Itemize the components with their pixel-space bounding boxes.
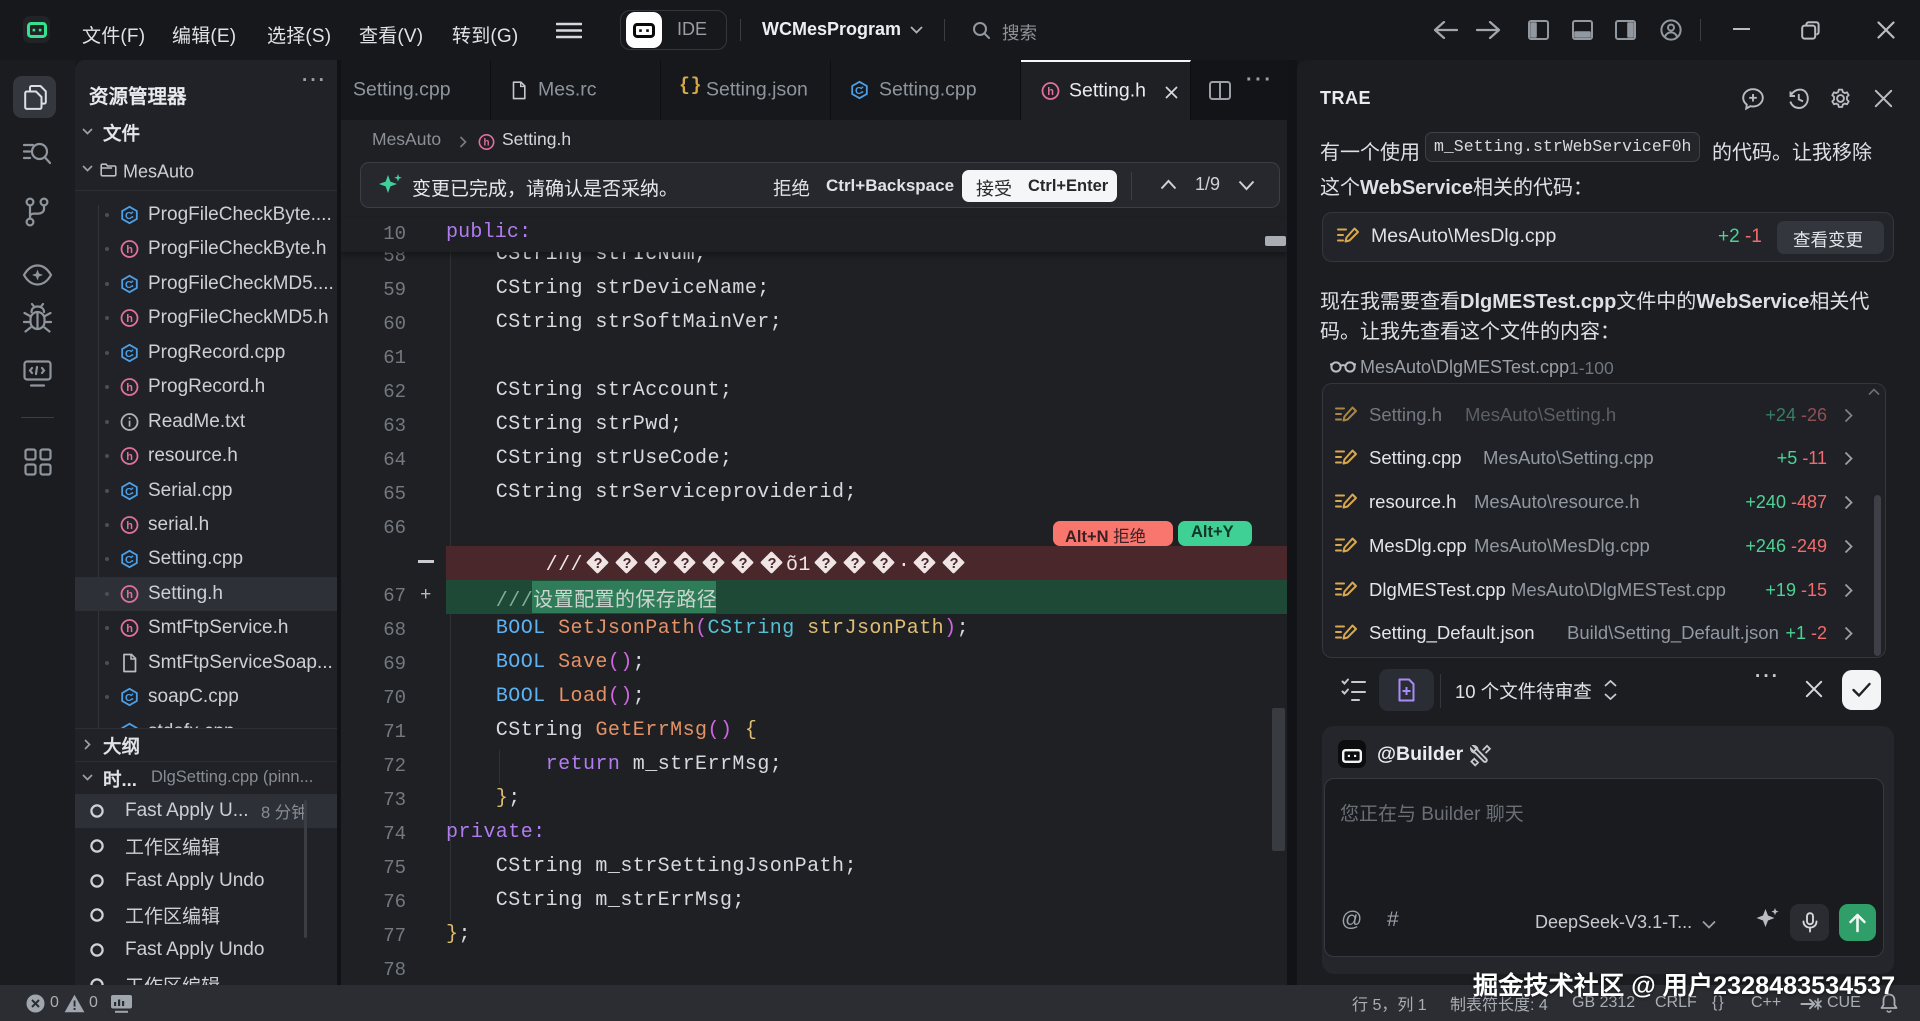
svg-text:h: h bbox=[126, 451, 133, 463]
svg-text:?: ? bbox=[850, 556, 859, 572]
svg-text:?: ? bbox=[710, 556, 719, 572]
svg-text:?: ? bbox=[594, 556, 603, 572]
svg-text:h: h bbox=[126, 520, 133, 532]
svg-text:?: ? bbox=[652, 556, 661, 572]
svg-text:h: h bbox=[126, 244, 133, 256]
svg-text:h: h bbox=[1047, 86, 1054, 98]
svg-text:?: ? bbox=[623, 556, 632, 572]
svg-text:h: h bbox=[126, 313, 133, 325]
svg-text:h: h bbox=[126, 589, 133, 601]
svg-text:?: ? bbox=[821, 556, 830, 572]
svg-text:?: ? bbox=[768, 556, 777, 572]
svg-text:h: h bbox=[484, 138, 490, 149]
svg-text:h: h bbox=[126, 382, 133, 394]
svg-text:?: ? bbox=[681, 556, 690, 572]
svg-text:?: ? bbox=[950, 556, 959, 572]
svg-text:h: h bbox=[126, 623, 133, 635]
svg-text:?: ? bbox=[921, 556, 930, 572]
svg-text:?: ? bbox=[739, 556, 748, 572]
svg-text:?: ? bbox=[879, 556, 888, 572]
